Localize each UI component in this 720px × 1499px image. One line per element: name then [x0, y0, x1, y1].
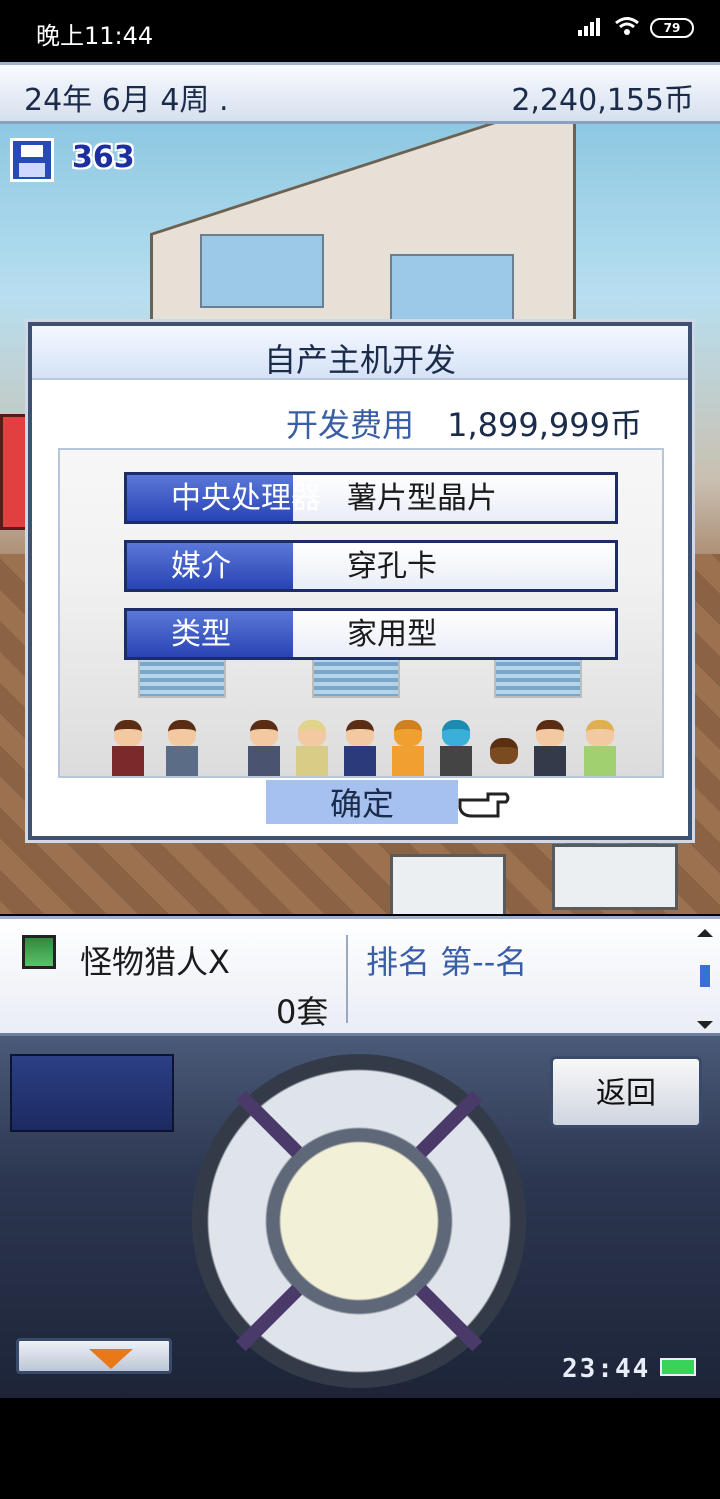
cpu-label: 中央处理器 [127, 475, 321, 521]
controller-battery-icon [660, 1358, 696, 1376]
game-title: 怪物猎人X [80, 943, 230, 981]
game-sales: 0套 [276, 993, 329, 1031]
save-count: 363 [72, 140, 135, 175]
staff-character [164, 720, 200, 776]
building-window [390, 254, 514, 328]
media-value: 穿孔卡 [347, 549, 437, 584]
staff-preview: 中央处理器 薯片型晶片 媒介 穿孔卡 类型 家用型 [58, 448, 664, 778]
type-label: 类型 [127, 611, 293, 657]
money-display: 2,240,155币 [511, 83, 694, 118]
panel-divider [346, 935, 348, 1023]
confirm-button[interactable]: 确定 [266, 780, 458, 824]
cpu-select-row[interactable]: 中央处理器 薯片型晶片 [124, 472, 618, 524]
staff-character [246, 720, 282, 776]
game-info-panel: 怪物猎人X 0套 排名 第--名 [0, 916, 720, 1036]
cost-value: 1,899,999币 [447, 406, 642, 444]
staff-character [342, 720, 378, 776]
dpad-divider [235, 1284, 303, 1352]
console-dev-dialog: 自产主机开发 开发费用 1,899,999币 中央处理器 薯片型晶片 媒介 穿孔… [28, 322, 692, 840]
desk [552, 844, 678, 910]
cpu-value: 薯片型晶片 [347, 481, 497, 516]
dpad-divider [235, 1090, 303, 1158]
status-icons: 79 [576, 16, 694, 40]
back-button[interactable]: 返回 [550, 1056, 702, 1128]
building-window [200, 234, 324, 308]
status-time: 晚上11:44 [36, 22, 154, 50]
media-label: 媒介 [127, 543, 293, 589]
wifi-icon [614, 16, 640, 40]
info-scrollbar[interactable] [696, 929, 714, 1029]
game-date: 24年 6月 4周 . [24, 83, 229, 118]
desk [390, 854, 506, 914]
dpad-control[interactable] [192, 1054, 526, 1388]
game-cartridge-icon [22, 935, 56, 969]
dialog-title: 自产主机开发 [32, 326, 688, 380]
staff-character [110, 720, 146, 776]
controller-clock: 23:44 [562, 1354, 651, 1384]
dpad-divider [415, 1090, 483, 1158]
down-arrow-button[interactable] [16, 1338, 172, 1374]
down-arrow-icon [89, 1349, 133, 1369]
status-bar: 晚上11:44 79 [0, 0, 720, 62]
floppy-disk-icon [10, 138, 54, 182]
virtual-controller: 返回 23:44 [0, 1036, 720, 1398]
controller-display [10, 1054, 174, 1132]
staff-character [532, 720, 568, 776]
staff-character [438, 720, 474, 776]
staff-character [294, 720, 330, 776]
signal-icon [576, 16, 604, 40]
game-top-bar: 24年 6月 4周 . 2,240,155币 [0, 62, 720, 124]
staff-character [486, 738, 522, 776]
cost-label: 开发费用 [286, 406, 415, 444]
media-select-row[interactable]: 媒介 穿孔卡 [124, 540, 618, 592]
dpad-divider [415, 1284, 483, 1352]
staff-character [582, 720, 618, 776]
type-value: 家用型 [347, 617, 437, 652]
battery-icon: 79 [650, 18, 694, 38]
type-select-row[interactable]: 类型 家用型 [124, 608, 618, 660]
staff-character [390, 720, 426, 776]
pointing-hand-icon [458, 786, 510, 820]
game-rank: 排名 第--名 [366, 943, 528, 981]
